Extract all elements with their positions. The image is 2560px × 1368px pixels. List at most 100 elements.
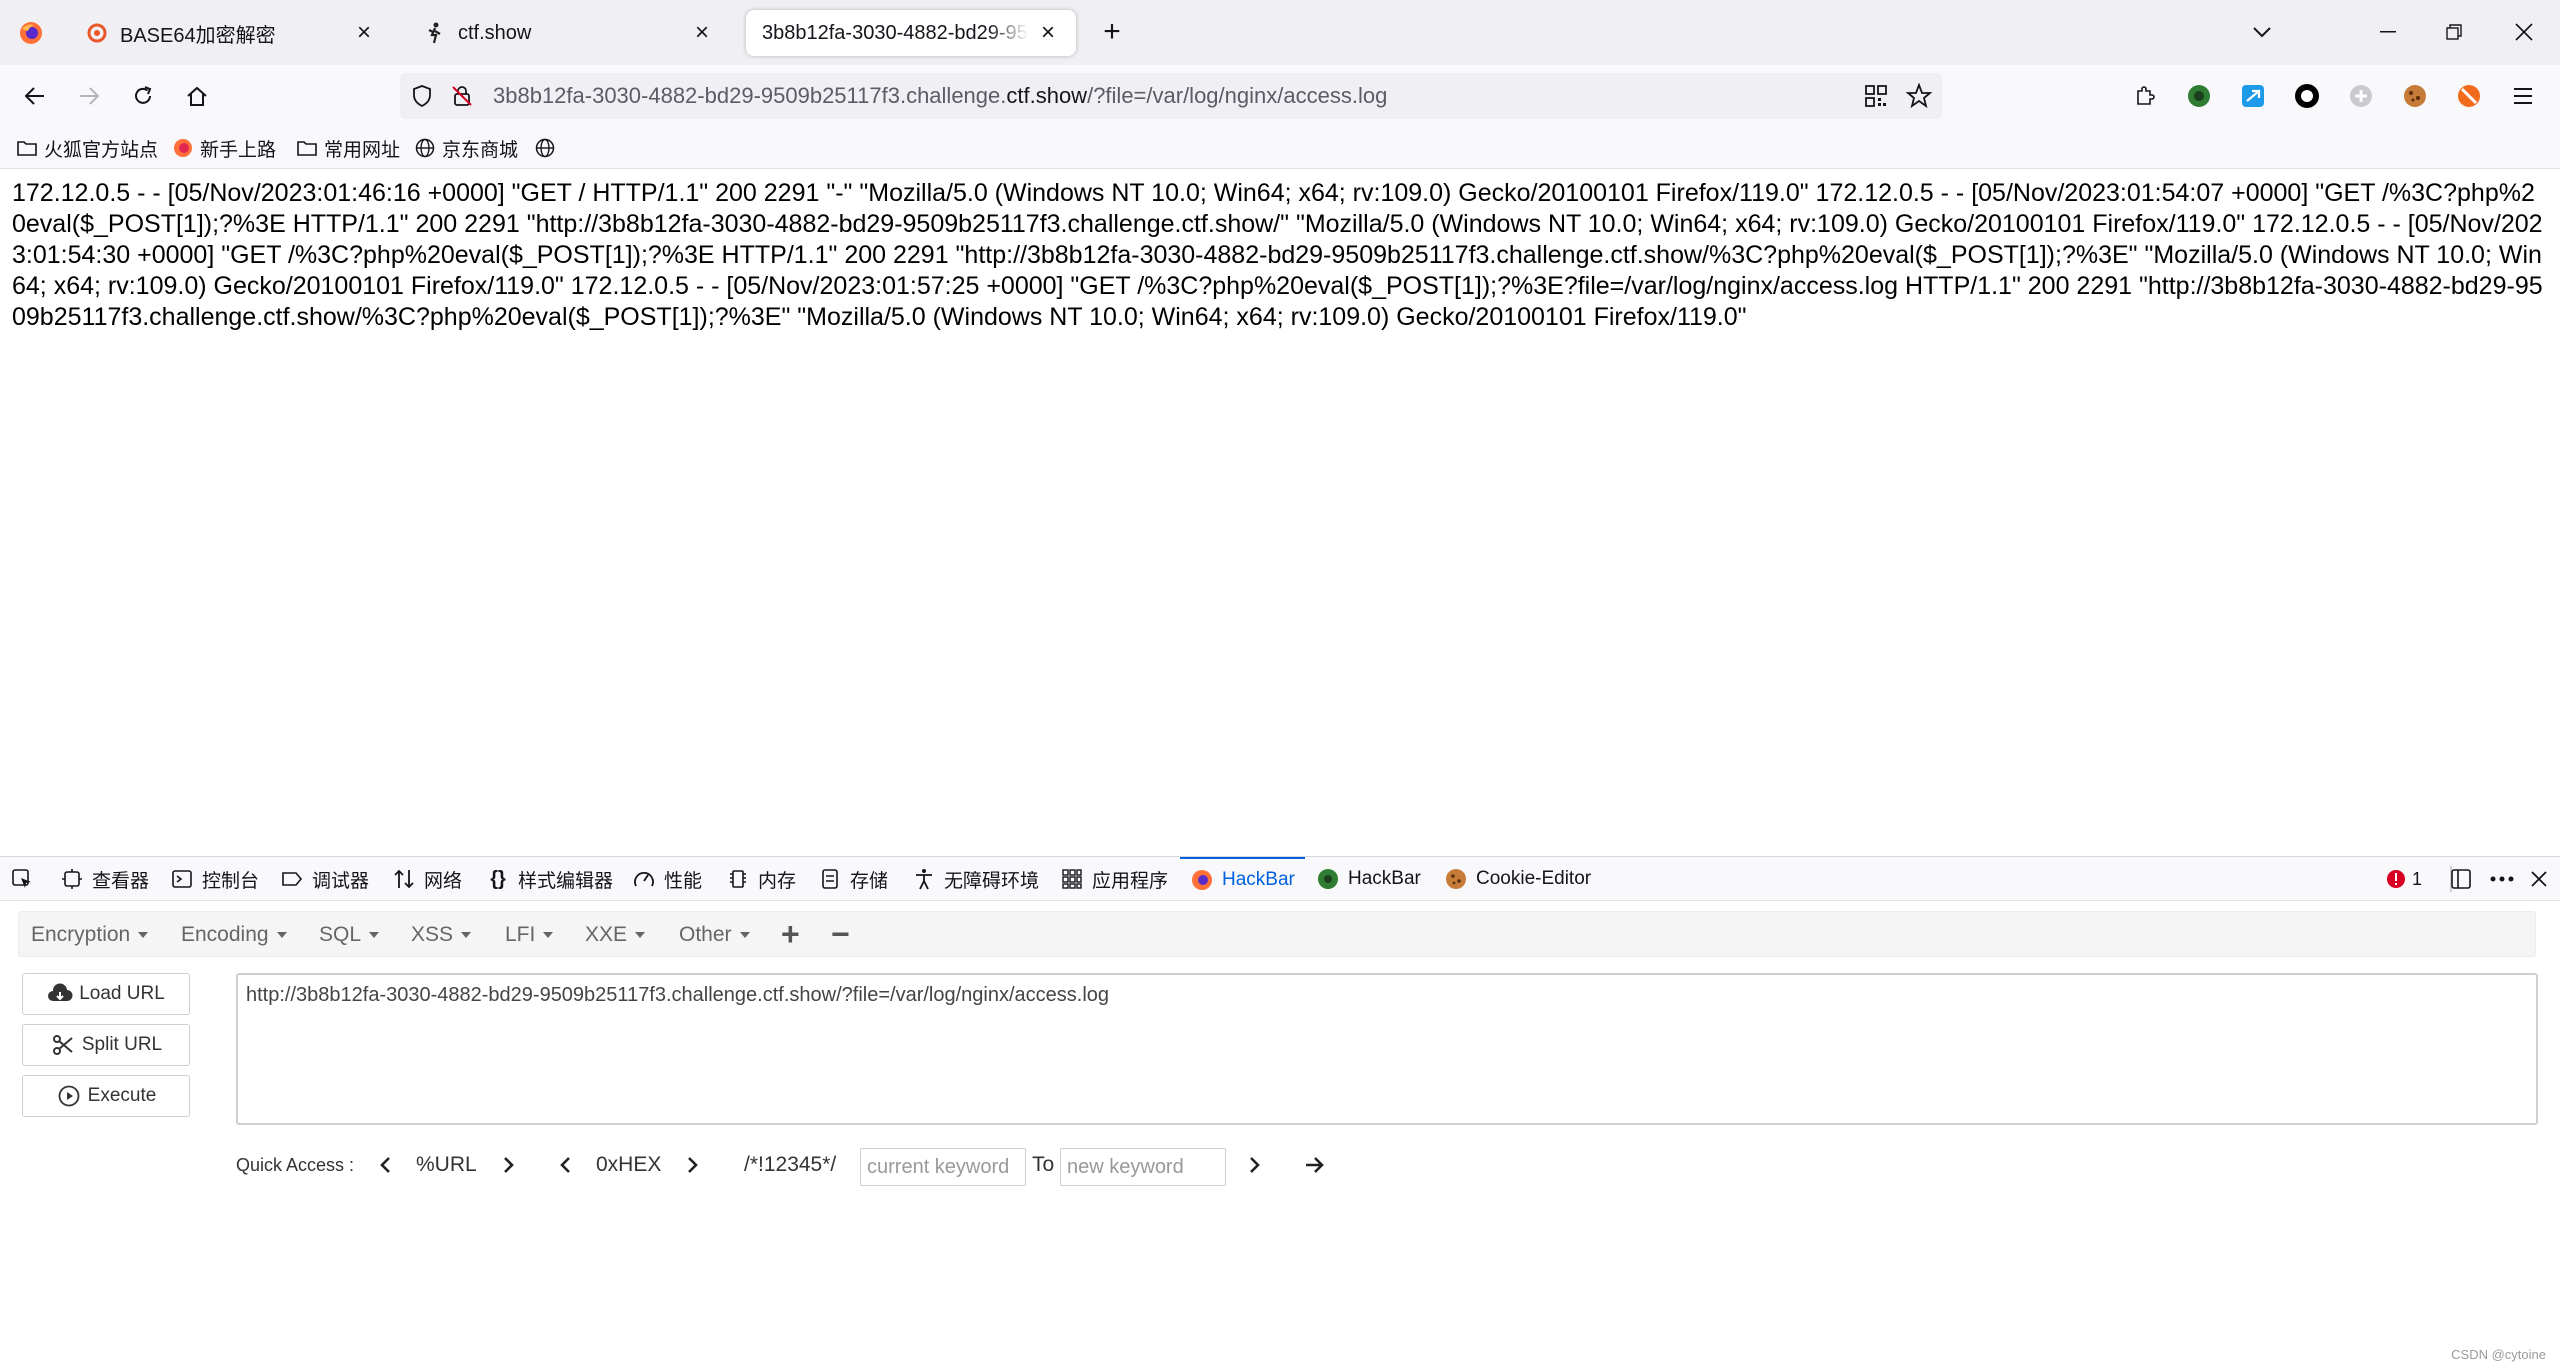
tab-console[interactable]: 控制台 [170, 857, 259, 901]
hackbar-extension-button[interactable] [2182, 79, 2216, 113]
minimize-button[interactable] [2372, 16, 2404, 48]
shield-icon[interactable] [410, 84, 434, 113]
close-devtools-button[interactable] [2530, 865, 2548, 893]
close-icon[interactable]: × [352, 19, 376, 46]
tab-storage[interactable]: 存储 [818, 857, 888, 901]
load-url-button[interactable]: Load URL [22, 973, 190, 1015]
close-window-button[interactable] [2508, 16, 2540, 48]
hackbar-green-icon [1316, 867, 1340, 891]
memory-icon [726, 867, 750, 891]
url-decode-button[interactable] [370, 1149, 400, 1181]
split-url-button[interactable]: Split URL [22, 1024, 190, 1066]
new-keyword-input[interactable]: new keyword [1060, 1148, 1226, 1186]
tab-label: Cookie-Editor [1476, 868, 1592, 889]
tab-strip: BASE64加密解密 × ctf.show × 3b8b12fa-3030-48… [0, 0, 2560, 65]
close-icon[interactable]: × [690, 19, 714, 46]
add-panel-button[interactable]: + [781, 916, 800, 953]
menu-xxe[interactable]: XXE [585, 920, 646, 950]
reload-button[interactable] [126, 79, 160, 113]
element-picker-icon [10, 867, 34, 891]
tab-accessibility[interactable]: 无障碍环境 [912, 857, 1039, 901]
url-bar[interactable]: 3b8b12fa-3030-4882-bd29-9509b25117f3.cha… [400, 73, 1942, 119]
bookmark-item[interactable]: 常用网址 [296, 133, 400, 163]
forward-button[interactable] [72, 79, 106, 113]
firefox-view-button[interactable] [0, 0, 62, 65]
devtools-options-button[interactable] [2490, 865, 2514, 893]
menu-other[interactable]: Other [679, 920, 750, 950]
tab-network[interactable]: 网络 [392, 857, 462, 901]
hex-encode-button[interactable] [678, 1149, 708, 1181]
tab-challenge-active[interactable]: 3b8b12fa-3030-4882-bd29-9509 × [746, 10, 1076, 56]
globe-icon [534, 137, 556, 159]
bookmark-item[interactable]: 新手上路 [172, 133, 276, 163]
tab-memory[interactable]: 内存 [726, 857, 796, 901]
caret-down-icon [739, 932, 750, 938]
translator-extension-button[interactable] [2236, 79, 2270, 113]
tab-base64[interactable]: BASE64加密解密 × [70, 10, 392, 56]
tab-hackbar-2[interactable]: HackBar [1316, 857, 1421, 901]
to-label: To [1032, 1153, 1055, 1176]
url-encode-button[interactable] [494, 1149, 524, 1181]
tab-hackbar-active[interactable]: HackBar [1180, 857, 1305, 901]
current-keyword-input[interactable]: current keyword [860, 1148, 1026, 1186]
tab-ctfshow[interactable]: ctf.show × [408, 10, 730, 56]
remove-panel-button[interactable]: − [831, 916, 850, 953]
bookmark-item[interactable] [534, 133, 562, 163]
tab-debugger[interactable]: 调试器 [280, 857, 369, 901]
extensions-puzzle-button[interactable] [2128, 79, 2162, 113]
circle-extension-button[interactable] [2290, 79, 2324, 113]
insecure-lock-icon[interactable] [450, 84, 474, 113]
error-count-badge[interactable]: 1 [2386, 865, 2422, 893]
tab-label: HackBar [1222, 869, 1295, 890]
close-icon[interactable]: × [1036, 19, 1060, 46]
hackbar-url-textarea[interactable]: http://3b8b12fa-3030-4882-bd29-9509b2511… [236, 973, 2538, 1125]
element-picker-button[interactable] [10, 857, 42, 901]
tab-style-editor[interactable]: {} 样式编辑器 [486, 857, 613, 901]
bookmark-item[interactable]: 京东商城 [414, 133, 518, 163]
tab-label: HackBar [1348, 868, 1421, 889]
minimize-icon [2380, 31, 2396, 33]
menu-label: LFI [505, 923, 536, 946]
hackbar-firefox-icon [1190, 868, 1214, 892]
tab-application[interactable]: 应用程序 [1060, 857, 1168, 901]
restore-button[interactable] [2438, 16, 2470, 48]
list-all-tabs-button[interactable] [2246, 16, 2278, 48]
app-menu-button[interactable] [2506, 79, 2540, 113]
cookie-icon [1444, 867, 1468, 891]
accessibility-icon [912, 867, 936, 891]
network-icon [392, 867, 416, 891]
tab-label: 控制台 [202, 870, 260, 892]
bookmark-item[interactable]: 火狐官方站点 [16, 133, 158, 163]
bookmark-star-icon[interactable] [1905, 82, 1933, 114]
blocker-extension-button[interactable] [2452, 79, 2486, 113]
menu-label: SQL [319, 923, 362, 946]
application-icon [1060, 867, 1084, 891]
url-suffix: /?file=/var/log/nginx/access.log [1087, 83, 1388, 108]
menu-sql[interactable]: SQL [319, 920, 380, 950]
execute-button[interactable]: Execute [22, 1075, 190, 1117]
gray-extension-button[interactable] [2344, 79, 2378, 113]
chevron-left-icon [560, 1157, 570, 1173]
dock-toggle-button[interactable] [2450, 865, 2472, 893]
qr-code-icon[interactable] [1864, 84, 1888, 113]
menu-encoding[interactable]: Encoding [181, 920, 287, 950]
back-button[interactable] [18, 79, 52, 113]
tab-inspector[interactable]: 查看器 [60, 857, 149, 901]
new-tab-button[interactable]: + [1096, 15, 1128, 48]
home-button[interactable] [180, 79, 214, 113]
menu-lfi[interactable]: LFI [505, 920, 554, 950]
base64-favicon [86, 22, 108, 44]
replace-next-button[interactable] [1240, 1149, 1270, 1181]
tab-label: 内存 [758, 870, 797, 892]
menu-xss[interactable]: XSS [411, 920, 472, 950]
hex-decode-button[interactable] [550, 1149, 580, 1181]
comment-insert-button[interactable]: /*!12345*/ [744, 1147, 836, 1183]
tab-cookie-editor[interactable]: Cookie-Editor [1444, 857, 1591, 901]
restore-icon [2446, 24, 2462, 40]
url-text[interactable]: 3b8b12fa-3030-4882-bd29-9509b25117f3.cha… [493, 83, 1387, 109]
replace-all-button[interactable] [1300, 1149, 1330, 1181]
cookie-extension-button[interactable] [2398, 79, 2432, 113]
firefox-icon [20, 21, 42, 44]
tab-performance[interactable]: 性能 [632, 857, 702, 901]
menu-encryption[interactable]: Encryption [31, 920, 149, 950]
